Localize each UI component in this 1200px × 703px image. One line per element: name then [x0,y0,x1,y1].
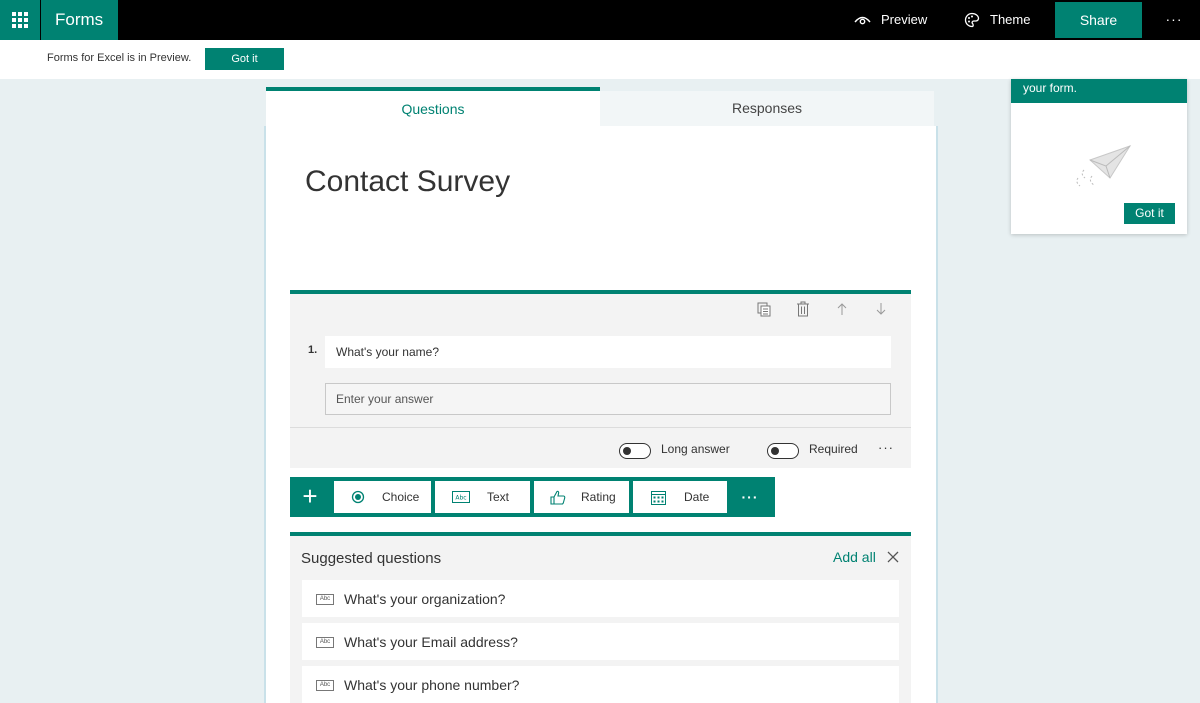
question-divider [290,427,911,428]
long-answer-toggle[interactable] [619,443,651,459]
app-launcher-button[interactable] [0,0,40,40]
arrow-up-icon[interactable] [832,299,852,319]
thumbs-up-icon [534,490,581,505]
more-question-types-icon[interactable]: ··· [736,477,764,517]
palette-icon [964,12,980,28]
suggested-question-item[interactable]: Abc What's your Email address? [302,623,899,660]
close-icon[interactable] [885,549,901,565]
add-all-link[interactable]: Add all [833,549,876,565]
long-answer-label: Long answer [661,442,730,456]
add-rating-label: Rating [581,490,616,504]
text-abc-icon: Abc [316,680,334,691]
preview-button[interactable]: Preview [854,0,927,40]
preview-banner: Forms for Excel is in Preview. Got it [0,40,1200,79]
form-title[interactable]: Contact Survey [305,165,510,199]
question-number: 1. [308,344,318,356]
delete-icon[interactable] [793,299,813,319]
banner-text: Forms for Excel is in Preview. [47,52,192,64]
text-abc-icon: Abc [316,594,334,605]
add-choice-label: Choice [382,490,420,504]
add-text-button[interactable]: Abc Text [435,481,530,513]
text-abc-icon: Abc [316,637,334,648]
add-choice-button[interactable]: Choice [334,481,431,513]
add-date-button[interactable]: Date [633,481,727,513]
text-abc-icon: Abc [435,491,487,503]
question-more-icon[interactable]: ··· [878,440,894,455]
svg-text:Abc: Abc [455,495,466,502]
tab-questions[interactable]: Questions [266,87,600,126]
preview-label: Preview [881,12,928,27]
theme-label: Theme [990,12,1031,27]
required-toggle[interactable] [767,443,799,459]
add-date-label: Date [684,490,710,504]
required-label: Required [809,442,858,456]
suggested-question-label: What's your Email address? [344,634,518,650]
radio-icon [334,490,382,504]
eye-icon [854,16,871,25]
banner-got-it-button[interactable]: Got it [205,48,284,70]
suggested-question-label: What's your phone number? [344,677,520,693]
popup-header-text: your form. [1011,79,1187,103]
more-options-icon[interactable]: ··· [1162,0,1186,40]
arrow-down-icon[interactable] [871,299,891,319]
suggested-question-label: What's your organization? [344,591,506,607]
calendar-icon [633,490,684,505]
copy-icon[interactable] [754,299,774,319]
add-text-label: Text [487,490,510,504]
app-name[interactable]: Forms [41,0,118,40]
share-button[interactable]: Share [1055,2,1142,38]
add-question-plus-icon[interactable]: + [290,477,330,517]
tab-responses[interactable]: Responses [600,91,934,126]
suggested-questions-title: Suggested questions [301,550,442,567]
paper-plane-icon [1072,140,1134,197]
waffle-icon [12,12,28,28]
popup-got-it-button[interactable]: Got it [1124,203,1175,224]
answer-input[interactable]: Enter your answer [325,383,891,415]
theme-button[interactable]: Theme [964,0,1030,40]
add-rating-button[interactable]: Rating [534,481,629,513]
suggested-question-item[interactable]: Abc What's your phone number? [302,666,899,703]
question-title-input[interactable]: What's your name? [325,336,891,368]
suggested-question-item[interactable]: Abc What's your organization? [302,580,899,617]
